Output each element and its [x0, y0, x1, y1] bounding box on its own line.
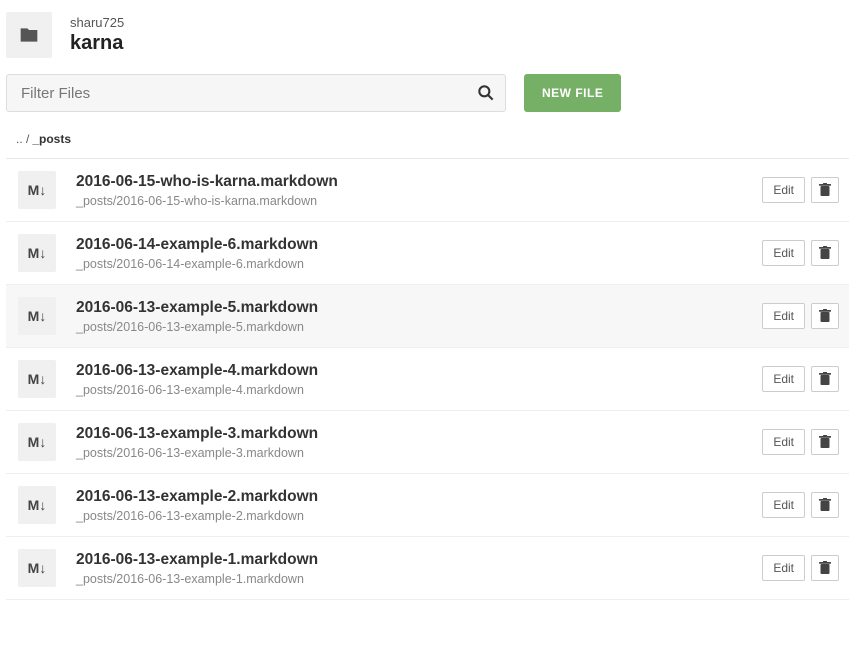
file-title[interactable]: 2016-06-13-example-4.markdown [76, 362, 742, 380]
trash-icon [819, 372, 831, 386]
file-actions: Edit [762, 177, 839, 203]
filter-input[interactable] [6, 74, 506, 112]
markdown-icon: M↓ [18, 486, 56, 524]
file-actions: Edit [762, 366, 839, 392]
markdown-icon: M↓ [18, 234, 56, 272]
file-info: 2016-06-15-who-is-karna.markdown _posts/… [76, 173, 742, 208]
markdown-icon: M↓ [18, 423, 56, 461]
file-actions: Edit [762, 555, 839, 581]
markdown-icon-label: M↓ [28, 371, 47, 387]
markdown-icon: M↓ [18, 297, 56, 335]
repo-name[interactable]: karna [70, 32, 124, 55]
search-icon[interactable] [476, 83, 496, 103]
file-info: 2016-06-13-example-4.markdown _posts/201… [76, 362, 742, 397]
edit-button[interactable]: Edit [762, 555, 805, 581]
file-actions: Edit [762, 303, 839, 329]
file-path: _posts/2016-06-13-example-5.markdown [76, 320, 742, 334]
markdown-icon-label: M↓ [28, 308, 47, 324]
markdown-icon: M↓ [18, 549, 56, 587]
edit-button[interactable]: Edit [762, 366, 805, 392]
file-info: 2016-06-13-example-1.markdown _posts/201… [76, 551, 742, 586]
file-list: M↓ 2016-06-15-who-is-karna.markdown _pos… [6, 158, 849, 600]
trash-icon [819, 435, 831, 449]
trash-icon [819, 246, 831, 260]
toolbar: NEW FILE [6, 68, 849, 124]
file-info: 2016-06-13-example-2.markdown _posts/201… [76, 488, 742, 523]
file-title[interactable]: 2016-06-14-example-6.markdown [76, 236, 742, 254]
delete-button[interactable] [811, 177, 839, 203]
file-title[interactable]: 2016-06-13-example-3.markdown [76, 425, 742, 443]
trash-icon [819, 498, 831, 512]
file-info: 2016-06-14-example-6.markdown _posts/201… [76, 236, 742, 271]
file-row[interactable]: M↓ 2016-06-13-example-1.markdown _posts/… [6, 537, 849, 600]
file-path: _posts/2016-06-13-example-3.markdown [76, 446, 742, 460]
file-path: _posts/2016-06-13-example-1.markdown [76, 572, 742, 586]
breadcrumb[interactable]: .. /_posts [6, 124, 849, 158]
trash-icon [819, 309, 831, 323]
markdown-icon-label: M↓ [28, 497, 47, 513]
file-info: 2016-06-13-example-5.markdown _posts/201… [76, 299, 742, 334]
folder-icon [6, 12, 52, 58]
file-actions: Edit [762, 429, 839, 455]
file-path: _posts/2016-06-14-example-6.markdown [76, 257, 742, 271]
delete-button[interactable] [811, 303, 839, 329]
file-row[interactable]: M↓ 2016-06-14-example-6.markdown _posts/… [6, 222, 849, 285]
repo-owner[interactable]: sharu725 [70, 15, 124, 30]
file-title[interactable]: 2016-06-15-who-is-karna.markdown [76, 173, 742, 191]
new-file-button[interactable]: NEW FILE [524, 74, 621, 112]
file-row[interactable]: M↓ 2016-06-13-example-3.markdown _posts/… [6, 411, 849, 474]
file-path: _posts/2016-06-13-example-2.markdown [76, 509, 742, 523]
delete-button[interactable] [811, 492, 839, 518]
file-actions: Edit [762, 492, 839, 518]
edit-button[interactable]: Edit [762, 177, 805, 203]
file-title[interactable]: 2016-06-13-example-5.markdown [76, 299, 742, 317]
file-row[interactable]: M↓ 2016-06-15-who-is-karna.markdown _pos… [6, 159, 849, 222]
file-actions: Edit [762, 240, 839, 266]
repo-meta: sharu725 karna [70, 15, 124, 55]
breadcrumb-current: _posts [32, 132, 71, 146]
file-row[interactable]: M↓ 2016-06-13-example-4.markdown _posts/… [6, 348, 849, 411]
edit-button[interactable]: Edit [762, 240, 805, 266]
markdown-icon: M↓ [18, 360, 56, 398]
delete-button[interactable] [811, 555, 839, 581]
markdown-icon-label: M↓ [28, 182, 47, 198]
file-title[interactable]: 2016-06-13-example-1.markdown [76, 551, 742, 569]
edit-button[interactable]: Edit [762, 429, 805, 455]
markdown-icon-label: M↓ [28, 560, 47, 576]
file-info: 2016-06-13-example-3.markdown _posts/201… [76, 425, 742, 460]
delete-button[interactable] [811, 366, 839, 392]
file-row[interactable]: M↓ 2016-06-13-example-2.markdown _posts/… [6, 474, 849, 537]
repo-header: sharu725 karna [6, 6, 849, 68]
filter-wrap [6, 74, 506, 112]
delete-button[interactable] [811, 240, 839, 266]
markdown-icon-label: M↓ [28, 434, 47, 450]
markdown-icon: M↓ [18, 171, 56, 209]
file-row[interactable]: M↓ 2016-06-13-example-5.markdown _posts/… [6, 285, 849, 348]
file-path: _posts/2016-06-15-who-is-karna.markdown [76, 194, 742, 208]
edit-button[interactable]: Edit [762, 492, 805, 518]
file-title[interactable]: 2016-06-13-example-2.markdown [76, 488, 742, 506]
delete-button[interactable] [811, 429, 839, 455]
trash-icon [819, 561, 831, 575]
file-path: _posts/2016-06-13-example-4.markdown [76, 383, 742, 397]
markdown-icon-label: M↓ [28, 245, 47, 261]
trash-icon [819, 183, 831, 197]
breadcrumb-parent[interactable]: .. / [16, 132, 29, 146]
edit-button[interactable]: Edit [762, 303, 805, 329]
